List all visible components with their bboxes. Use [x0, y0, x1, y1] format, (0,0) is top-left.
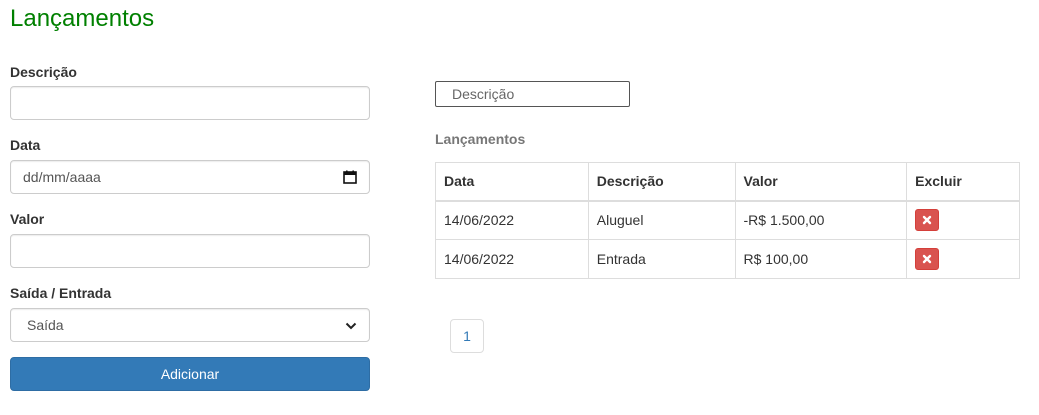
chevron-down-icon — [345, 319, 357, 331]
row-delete-cell — [906, 239, 1020, 279]
entries-table: Data Descrição Valor Excluir 14/06/2022 … — [435, 162, 1020, 279]
row-value: -R$ 1.500,00 — [734, 200, 908, 240]
type-label: Saída / Entrada — [10, 285, 112, 301]
filter-description-input[interactable] — [435, 81, 630, 107]
header-value: Valor — [734, 162, 908, 202]
close-icon — [922, 216, 932, 225]
date-label: Data — [10, 137, 41, 153]
row-date: 14/06/2022 — [435, 239, 589, 279]
row-delete-cell — [906, 200, 1020, 240]
value-input[interactable] — [10, 234, 370, 268]
table-row: 14/06/2022 Entrada R$ 100,00 — [435, 239, 1020, 279]
calendar-icon[interactable] — [343, 170, 357, 184]
pagination-page-1[interactable]: 1 — [450, 319, 484, 353]
delete-button[interactable] — [915, 248, 940, 270]
header-delete: Excluir — [906, 162, 1020, 202]
date-placeholder: dd/mm/aaaa — [23, 169, 101, 185]
table-caption: Lançamentos — [435, 131, 526, 147]
header-description: Descrição — [587, 162, 736, 202]
row-value: R$ 100,00 — [734, 239, 908, 279]
table-row: 14/06/2022 Aluguel -R$ 1.500,00 — [435, 200, 1020, 240]
type-select[interactable]: Saída — [10, 308, 370, 342]
row-date: 14/06/2022 — [435, 200, 589, 240]
delete-button[interactable] — [915, 209, 940, 232]
table-header-row: Data Descrição Valor Excluir — [435, 162, 1020, 202]
description-label: Descrição — [10, 64, 77, 80]
description-input[interactable] — [10, 86, 370, 120]
type-selected-value: Saída — [27, 317, 64, 333]
row-description: Entrada — [587, 239, 736, 279]
page-title: Lançamentos — [10, 5, 155, 32]
close-icon — [922, 254, 932, 264]
row-description: Aluguel — [587, 200, 736, 240]
header-date: Data — [435, 162, 589, 202]
value-label: Valor — [10, 211, 45, 227]
add-button[interactable]: Adicionar — [10, 357, 370, 391]
date-input[interactable]: dd/mm/aaaa — [10, 160, 370, 194]
